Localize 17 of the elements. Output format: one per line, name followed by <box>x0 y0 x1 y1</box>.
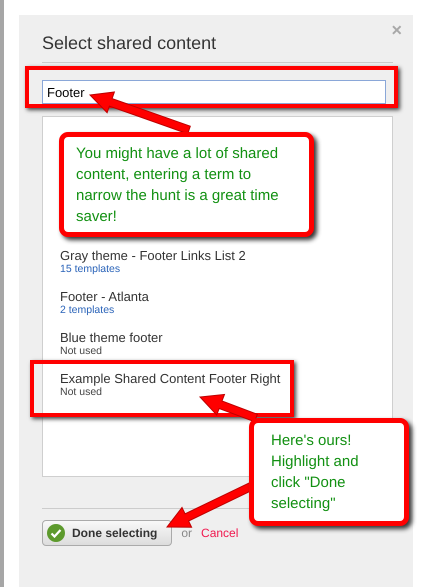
item-title[interactable]: Gray theme - Footer Links List 2 <box>60 248 246 263</box>
usage-link[interactable]: 2 templates <box>60 304 149 316</box>
item-title[interactable]: Example Shared Content Footer Right <box>60 371 280 386</box>
callout-note: Here's ours! Highlight and click "Done selecting" <box>249 418 409 526</box>
usage-link[interactable]: 15 templates <box>60 263 246 275</box>
done-button[interactable]: Done selecting <box>42 520 172 546</box>
item-title[interactable]: Blue theme footer <box>60 330 163 345</box>
dialog-title: Select shared content <box>42 33 393 63</box>
item-title[interactable]: Footer - Atlanta <box>60 289 149 304</box>
search-field[interactable]: Footer <box>42 80 386 104</box>
check-icon <box>47 524 65 542</box>
usage-text: Not used <box>60 345 104 357</box>
arrow <box>198 394 258 422</box>
callout-note: You might have a lot of shared content, entering a term to narrow the hunt is a great time saver! <box>59 132 314 237</box>
or-text: or <box>181 526 192 540</box>
cancel-link[interactable]: Cancel <box>201 526 238 540</box>
usage-text: Not used <box>60 386 104 398</box>
